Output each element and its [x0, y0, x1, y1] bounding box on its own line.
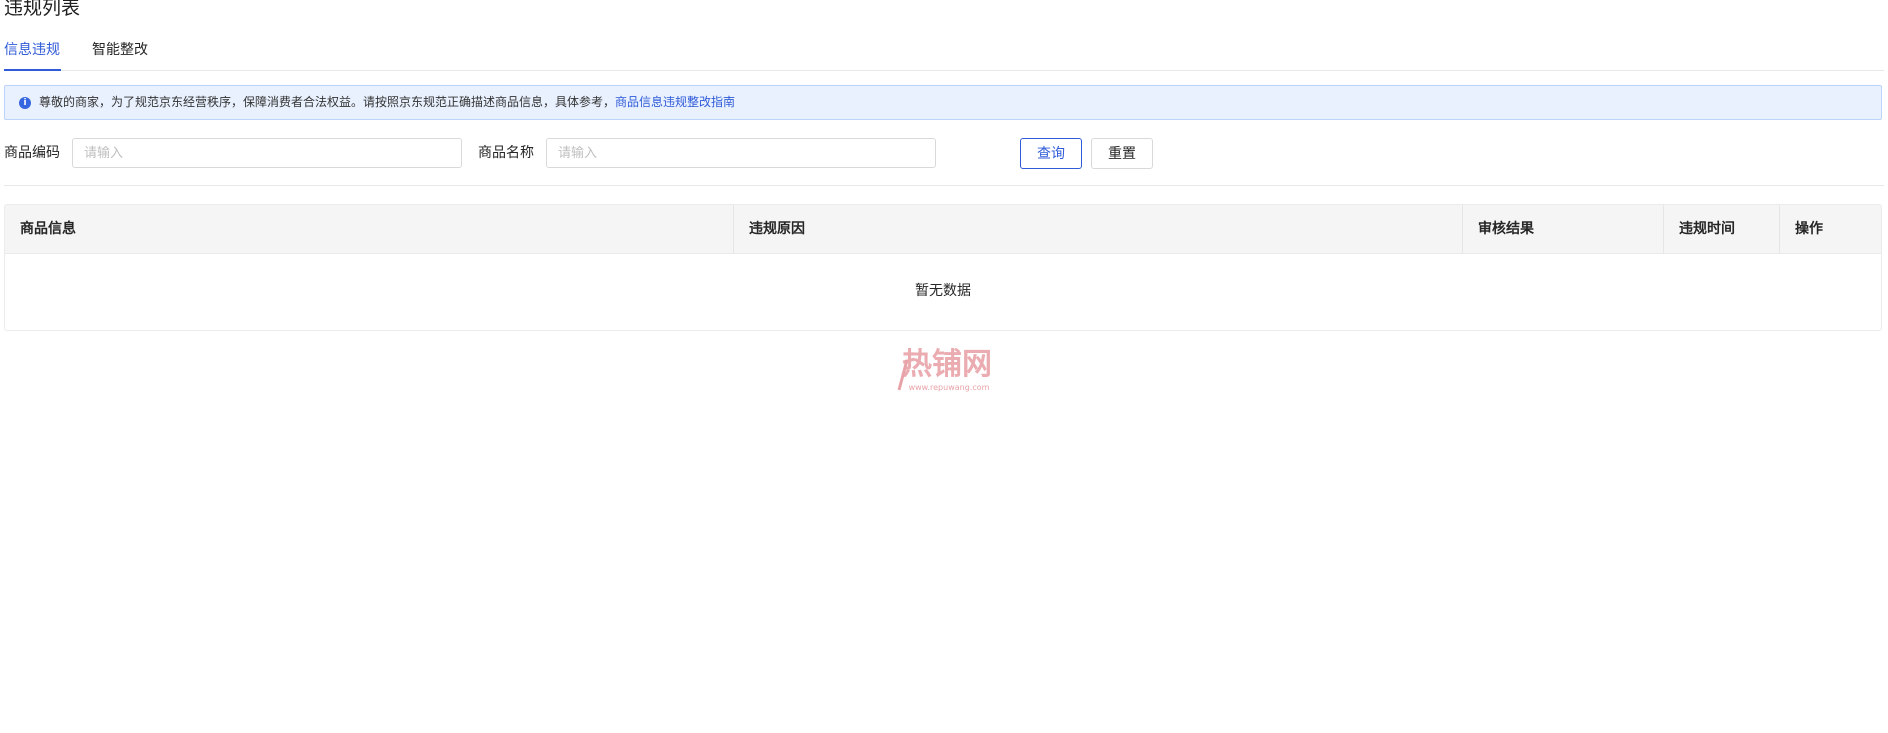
product-name-input[interactable] [546, 138, 936, 168]
violation-list-page: 违规列表 信息违规 智能整改 i 尊敬的商家，为了规范京东经营秩序，保障消费者合… [0, 0, 1888, 733]
notice-text: 尊敬的商家，为了规范京东经营秩序，保障消费者合法权益。请按照京东规范正确描述商品… [39, 95, 616, 109]
watermark-url: www.repuwang.com [909, 383, 990, 392]
watermark-logo: 热铺网 www.repuwang.com [897, 347, 992, 392]
tab-smart-rectify[interactable]: 智能整改 [92, 38, 152, 69]
notice-content: 尊敬的商家，为了规范京东经营秩序，保障消费者合法权益。请按照京东规范正确描述商品… [39, 86, 735, 119]
product-code-input[interactable] [72, 138, 462, 168]
empty-state-text: 暂无数据 [915, 283, 971, 299]
page-title: 违规列表 [4, 0, 81, 19]
section-divider [4, 185, 1884, 186]
rectify-guide-link[interactable]: 商品信息违规整改指南 [615, 95, 735, 109]
product-code-label: 商品编码 [4, 145, 60, 161]
reset-button[interactable]: 重置 [1091, 138, 1153, 169]
info-icon: i [19, 97, 31, 109]
notice-banner: i 尊敬的商家，为了规范京东经营秩序，保障消费者合法权益。请按照京东规范正确描述… [4, 85, 1882, 120]
tab-bar: 信息违规 智能整改 [4, 38, 1884, 71]
column-header-actions: 操作 [1779, 205, 1881, 253]
column-header-product-info: 商品信息 [20, 221, 76, 237]
column-header-violation-time: 违规时间 [1663, 205, 1779, 253]
column-header-review-result: 审核结果 [1462, 205, 1663, 253]
query-button[interactable]: 查询 [1020, 138, 1082, 169]
product-name-label: 商品名称 [478, 145, 534, 161]
column-header-violation-reason: 违规原因 [733, 205, 1462, 253]
tab-info-violation[interactable]: 信息违规 [4, 38, 61, 71]
table-header: 商品信息 违规原因 审核结果 违规时间 操作 [5, 205, 1881, 254]
violation-table: 商品信息 违规原因 审核结果 违规时间 操作 暂无数据 [4, 204, 1882, 331]
watermark-brand: 热铺网 [902, 347, 992, 382]
